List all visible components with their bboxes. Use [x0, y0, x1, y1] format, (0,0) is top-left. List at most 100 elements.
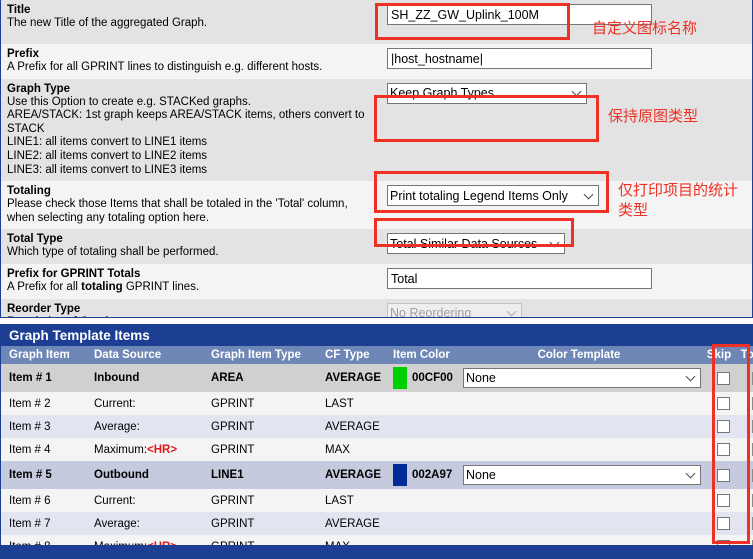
- setting-label: Prefix: [7, 48, 39, 60]
- cell-item-color: [385, 489, 455, 512]
- cell-cf-type: AVERAGE: [317, 415, 385, 438]
- col-data-source: Data Source: [86, 346, 203, 364]
- cell-cf-type: LAST: [317, 489, 385, 512]
- color-hex-label: 00CF00: [412, 372, 453, 384]
- setting-select-wrapper[interactable]: Print totaling Legend Items Only: [387, 185, 599, 207]
- total-checkbox-cell: [735, 489, 753, 512]
- aggregate-settings-panel: Title The new Title of the aggregated Gra…: [0, 0, 753, 318]
- setting-description: Prefix for GPRINT Totals A Prefix for all…: [1, 264, 379, 299]
- skip-checkbox[interactable]: [716, 517, 730, 530]
- skip-checkbox[interactable]: [716, 420, 730, 433]
- color-swatch: [393, 367, 407, 389]
- cell-cf-type: AVERAGE: [317, 512, 385, 535]
- setting-row-graph-type: Graph Type Use this Option to create e.g.…: [1, 78, 752, 182]
- cell-item-color: 002A97: [385, 461, 455, 489]
- cell-graph-item-type: GPRINT: [203, 489, 317, 512]
- cell-color-template: [455, 415, 703, 438]
- color-template-select-wrapper[interactable]: None: [463, 368, 701, 388]
- setting-label: Total Type: [7, 233, 63, 246]
- cell-color-template: None: [455, 461, 703, 489]
- total-checkbox-cell: [735, 364, 753, 392]
- col-graph-item: Graph Item: [1, 346, 86, 364]
- table-header-row: Graph Item Data Source Graph Item Type C…: [1, 346, 753, 364]
- setting-label: Graph Type: [7, 82, 71, 95]
- skip-checkbox[interactable]: [716, 397, 730, 410]
- cell-data-source: Average:: [86, 512, 203, 535]
- setting-description: Graph Type Use this Option to create e.g.…: [1, 79, 379, 182]
- cell-item-color: 00CF00: [385, 364, 455, 392]
- total-checkbox-cell: [735, 512, 753, 535]
- cell-color-template: [455, 438, 703, 461]
- skip-checkbox[interactable]: [716, 371, 730, 385]
- table-row: Item # 6 Current: GPRINT LAST: [1, 489, 753, 512]
- setting-select: No Reordering: [387, 302, 522, 317]
- setting-control-cell: Keep Graph Types: [379, 79, 752, 182]
- total-checkbox-cell: [735, 461, 753, 489]
- col-skip: Skip: [703, 346, 735, 364]
- cell-color-template: [455, 512, 703, 535]
- cell-graph-item-type: AREA: [203, 364, 317, 392]
- setting-row-reorder-type: Reorder TypeReordering of Graphs. No Reor…: [1, 298, 752, 317]
- cell-data-source: Maximum:<HR>: [86, 438, 203, 461]
- cell-item-color: [385, 415, 455, 438]
- col-color-template: Color Template: [455, 346, 703, 364]
- cell-graph-item: Item # 3: [1, 415, 86, 438]
- setting-select[interactable]: Print totaling Legend Items Only: [387, 185, 599, 207]
- total-checkbox-cell: [735, 392, 753, 415]
- setting-text-input[interactable]: [387, 268, 652, 290]
- cell-graph-item-type: GPRINT: [203, 512, 317, 535]
- cell-graph-item-type: GPRINT: [203, 392, 317, 415]
- setting-control-cell: Total Similar Data Sources: [379, 229, 752, 264]
- skip-checkbox[interactable]: [716, 468, 730, 482]
- skip-checkbox[interactable]: [716, 443, 730, 456]
- setting-help-text: A Prefix for all totaling GPRINT lines.: [7, 281, 200, 294]
- cell-data-source: Current:: [86, 489, 203, 512]
- skip-checkbox-cell: [703, 489, 735, 512]
- cell-graph-item-type: GPRINT: [203, 415, 317, 438]
- cell-graph-item: Item # 6: [1, 489, 86, 512]
- cell-cf-type: LAST: [317, 392, 385, 415]
- table-row: Item # 1 Inbound AREA AVERAGE 00CF00 None: [1, 364, 753, 392]
- cell-graph-item: Item # 1: [1, 364, 86, 392]
- skip-checkbox-cell: [703, 438, 735, 461]
- col-cf-type: CF Type: [317, 346, 385, 364]
- cell-data-source: Current:: [86, 392, 203, 415]
- cell-data-source: Inbound: [86, 364, 203, 392]
- setting-select-wrapper[interactable]: Total Similar Data Sources: [387, 233, 565, 255]
- cell-graph-item: Item # 4: [1, 438, 86, 461]
- setting-select[interactable]: Total Similar Data Sources: [387, 233, 565, 255]
- cell-item-color: [385, 438, 455, 461]
- color-swatch: [393, 464, 407, 486]
- annotation-title: 自定义图标名称: [592, 19, 698, 37]
- setting-help-text: LINE2: all items convert to LINE2 items: [7, 149, 208, 162]
- col-item-color: Item Color: [385, 346, 455, 364]
- setting-label: Title: [7, 4, 31, 16]
- total-checkbox-cell: [735, 438, 753, 461]
- setting-help-text: Please check those Items that shall be t…: [7, 198, 348, 224]
- table-row: Item # 7 Average: GPRINT AVERAGE: [1, 512, 753, 535]
- setting-control-cell: [379, 264, 752, 299]
- skip-checkbox-cell: [703, 364, 735, 392]
- color-template-select[interactable]: None: [463, 465, 701, 485]
- setting-text-input[interactable]: [387, 48, 652, 69]
- cell-item-color: [385, 392, 455, 415]
- setting-select[interactable]: Keep Graph Types: [387, 82, 587, 104]
- setting-row-prefix: Prefix A Prefix for all GPRINT lines to d…: [1, 44, 752, 79]
- cell-graph-item-type: LINE1: [203, 461, 317, 489]
- annotation-graph-type: 保持原图类型: [608, 107, 699, 125]
- skip-checkbox[interactable]: [716, 494, 730, 507]
- cell-graph-item: Item # 5: [1, 461, 86, 489]
- setting-description: Totaling Please check those Items that sh…: [1, 181, 379, 229]
- setting-help-text: AREA/STACK: 1st graph keeps AREA/STACK i…: [7, 109, 365, 135]
- annotation-totaling: 仅打印项目的统计 类型: [618, 181, 739, 219]
- setting-help-text: A Prefix for all GPRINT lines to disting…: [7, 61, 323, 73]
- table-row: Item # 3 Average: GPRINT AVERAGE: [1, 415, 753, 438]
- items-panel-title: Graph Template Items: [1, 325, 752, 346]
- table-row: Item # 4 Maximum:<HR> GPRINT MAX: [1, 438, 753, 461]
- color-template-select[interactable]: None: [463, 368, 701, 388]
- setting-select-wrapper[interactable]: Keep Graph Types: [387, 82, 587, 104]
- hr-tag-marker: <HR>: [147, 443, 178, 456]
- color-template-select-wrapper[interactable]: None: [463, 465, 701, 485]
- cell-color-template: None: [455, 364, 703, 392]
- table-row: Item # 2 Current: GPRINT LAST: [1, 392, 753, 415]
